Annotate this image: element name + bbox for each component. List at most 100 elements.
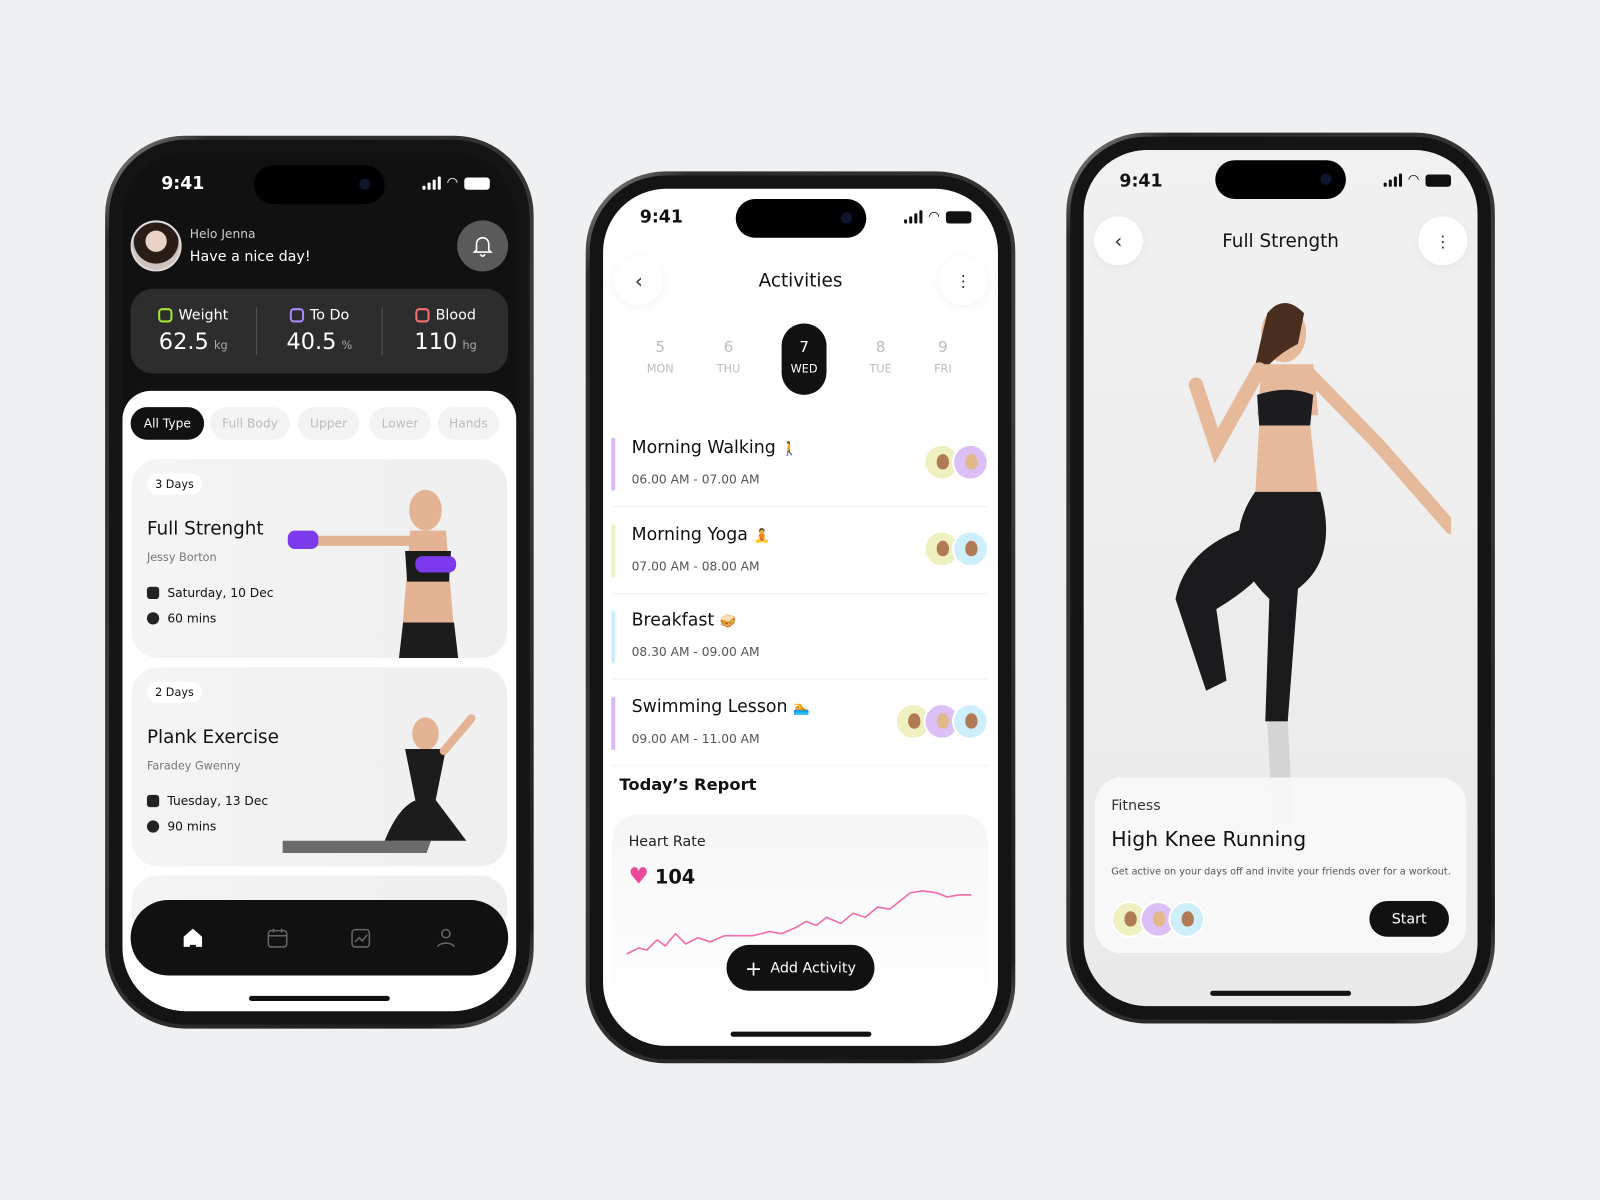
exercise-card: Fitness High Knee Running Get active on … [1094,777,1467,954]
add-activity-button[interactable]: + Add Activity [726,944,875,991]
workout-card[interactable]: 2 Days Plank Exercise Faradey Gwenny Tue… [131,667,508,867]
workout-title: Plank Exercise [146,726,279,748]
activity-row[interactable]: Morning Yoga 🧘 07.00 AM - 08.00 AM [611,523,989,594]
days-badge: 3 Days [146,473,202,495]
stat-weight: Weight 62.5 kg [131,307,256,355]
home-screen: 9:41 ◠ Helo Jenna Have a nice day! Weigh… [122,153,517,1012]
workout-photo [282,714,476,854]
home-icon[interactable] [182,927,204,949]
date-6[interactable]: 6 THU [706,338,751,376]
stat-icon [158,308,173,323]
heart-rate-value: 104 [654,865,696,889]
activity-color-bar [611,610,616,664]
activity-row[interactable]: Swimming Lesson 🏊 09.00 AM - 11.00 AM [611,696,989,766]
stat-unit: hg [462,338,477,353]
workout-date: Tuesday, 13 Dec [167,793,269,809]
date-7[interactable]: 7 WED [781,323,827,395]
athlete-photo [1175,303,1452,824]
activity-title: Morning Yoga [631,523,748,545]
signal-icon [1383,173,1402,187]
day-name: TUE [869,362,892,376]
avatar [952,530,989,567]
profile-icon[interactable] [434,927,456,949]
day-number: 8 [875,337,886,357]
greeting: Helo Jenna [189,226,256,241]
activity-title: Morning Walking [631,437,776,459]
more-vertical-icon: ⋮ [955,270,972,291]
filter-chip[interactable]: Hands [437,407,499,440]
days-badge: 2 Days [146,681,202,704]
calendar-icon[interactable] [266,927,288,949]
activity-row[interactable]: Breakfast 🥪 08.30 AM - 09.00 AM [611,610,989,680]
report-title: Today’s Report [619,774,757,794]
dynamic-island [735,198,866,238]
exercise-description: Get active on your days off and invite y… [1111,866,1451,878]
stat-value: 110 [414,329,458,356]
activity-emoji: 🏊 [793,700,810,716]
date-8[interactable]: 8 TUE [858,338,903,376]
filter-chip[interactable]: Full Body [210,407,290,440]
status-icons: ◠ [422,176,490,191]
dynamic-island [254,165,385,205]
subtitle: Have a nice day! [189,248,311,266]
stat-label: Blood [435,307,476,324]
more-button[interactable]: ⋮ [938,256,988,306]
filter-chip[interactable]: Upper [297,407,360,440]
stat-unit: kg [213,338,228,353]
workout-card[interactable]: 3 Days Full Strenght Jessy Borton Saturd… [131,459,508,659]
heart-rate-label: Heart Rate [628,833,706,850]
day-number: 6 [723,337,734,357]
activity-title: Swimming Lesson [631,696,788,717]
signal-icon [422,176,441,190]
chart-icon[interactable] [350,927,372,949]
more-button[interactable]: ⋮ [1418,216,1468,266]
stat-icon [415,308,430,323]
home-indicator [730,1031,871,1037]
exercise-name: High Knee Running [1111,826,1307,852]
status-time: 9:41 [639,207,683,228]
status-time: 9:41 [161,173,205,194]
workout-author: Faradey Gwenny [146,759,241,773]
activity-color-bar [611,437,616,491]
wifi-icon: ◠ [446,175,459,191]
plus-icon: + [745,955,763,981]
dynamic-island [1215,160,1346,199]
status-icons: ◠ [1383,172,1452,188]
avatar [952,443,989,481]
workout-title: Full Strenght [146,518,264,540]
battery-icon [464,177,490,190]
clock-icon [146,612,160,625]
filter-chip[interactable]: All Type [130,407,205,440]
avatar[interactable] [130,220,182,272]
start-button[interactable]: Start [1369,901,1449,937]
date-9[interactable]: 9 FRI [920,338,965,376]
workout-duration: 60 mins [167,611,217,626]
bell-icon [472,236,493,257]
battery-icon [1425,173,1452,187]
bottom-nav [130,899,509,976]
activity-time: 08.30 AM - 09.00 AM [631,644,760,660]
date-5[interactable]: 5 MON [638,338,683,376]
stats-card: Weight 62.5 kg To Do 40.5 % Blood 110 hg [130,288,509,374]
activities-screen: 9:41 ◠ ‹ Activities ⋮ 5 MON 6 THU 7 WED 8 TU… [603,188,998,1046]
activity-time: 07.00 AM - 08.00 AM [631,558,760,573]
stat-icon [289,308,304,323]
detail-screen: 9:41 ◠ ‹ Full Strength ⋮ Fitness High Kn… [1083,149,1478,1007]
filter-chip[interactable]: Lower [369,407,431,440]
exercise-category: Fitness [1111,797,1161,815]
day-number: 5 [655,337,666,357]
workout-duration: 90 mins [167,819,217,834]
activity-emoji: 🥪 [719,614,737,630]
avatar [1168,901,1206,938]
calendar-icon [146,586,160,599]
stat-blood: Blood 110 hg [381,307,508,356]
status-time: 9:41 [1119,171,1163,192]
wifi-icon: ◠ [928,209,940,225]
notification-button[interactable] [457,220,509,272]
activity-row[interactable]: Morning Walking 🚶 06.00 AM - 07.00 AM [611,437,989,508]
stat-unit: % [341,338,353,353]
stat-to-do: To Do 40.5 % [255,307,382,356]
stat-label: To Do [309,307,350,324]
stat-value: 62.5 [158,329,209,356]
avatar [952,702,989,740]
